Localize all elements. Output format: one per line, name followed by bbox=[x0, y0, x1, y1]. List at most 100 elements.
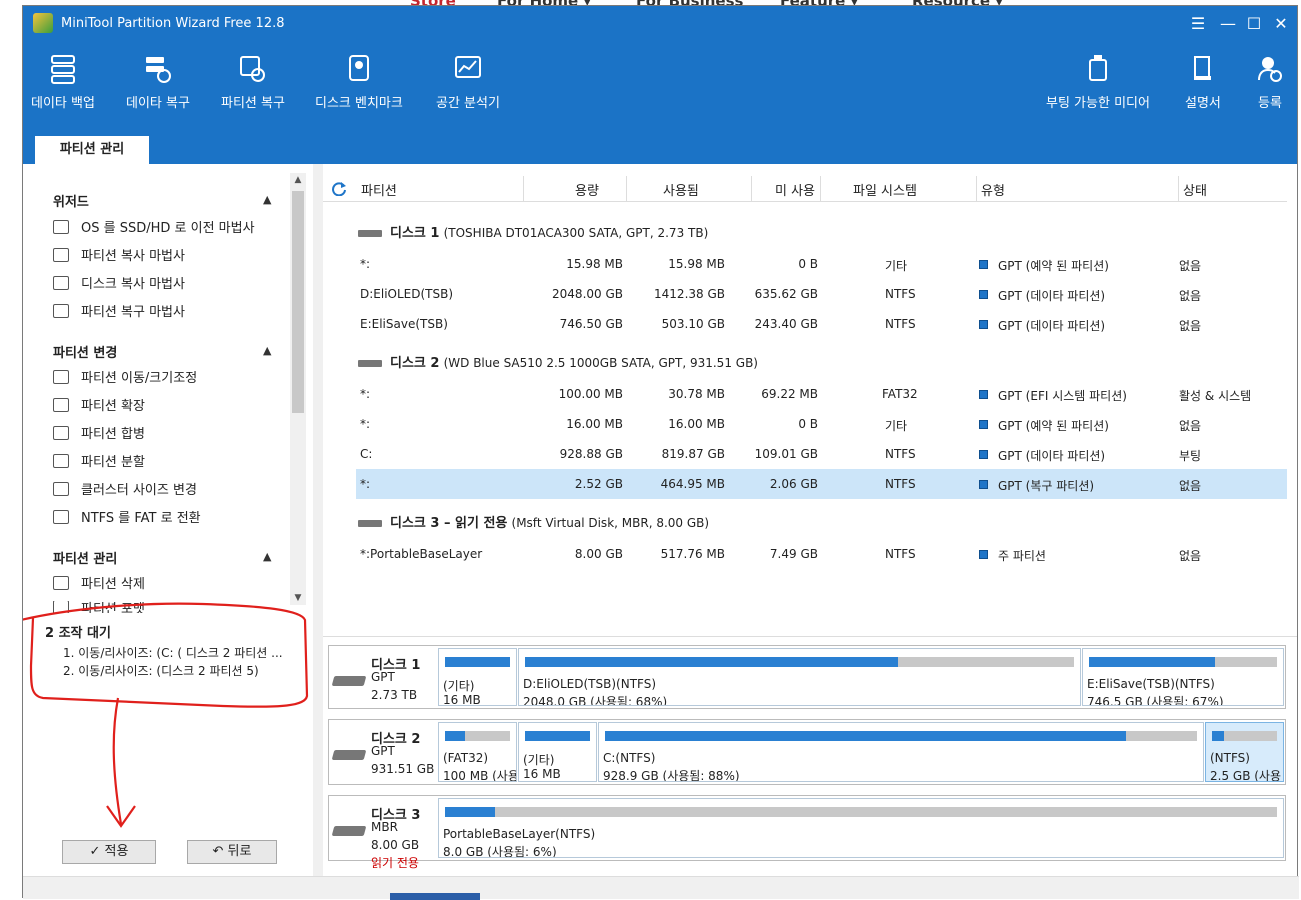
close-button[interactable]: ✕ bbox=[1270, 14, 1292, 33]
sidebar-item-format[interactable]: 파티션 포맷 bbox=[53, 601, 145, 613]
scroll-down-icon[interactable]: ▼ bbox=[290, 593, 306, 603]
disk-header-2[interactable]: 디스크 2 (WD Blue SA510 2.5 1000GB SATA, GP… bbox=[358, 352, 758, 371]
disk-name: 디스크 3 – 읽기 전용 bbox=[390, 516, 508, 531]
partition-type-swatch bbox=[979, 320, 988, 329]
column-type[interactable]: 유형 bbox=[981, 180, 1005, 199]
column-divider[interactable] bbox=[626, 176, 627, 202]
column-unused[interactable]: 미 사용 bbox=[775, 180, 815, 199]
sidebar-item-delete[interactable]: 파티션 삭제 bbox=[53, 573, 145, 592]
partition-block-size: 16 MB bbox=[523, 767, 561, 781]
pane-divider[interactable] bbox=[323, 636, 1297, 637]
usage-fill bbox=[605, 731, 1126, 741]
partition-type-swatch bbox=[979, 450, 988, 459]
partition-block[interactable]: C:(NTFS) 928.9 GB (사용됨: 88%) bbox=[598, 722, 1204, 782]
disk-header-1[interactable]: 디스크 1 (TOSHIBA DT01ACA300 SATA, GPT, 2.7… bbox=[358, 222, 708, 241]
disk-map-readonly: 읽기 전용 bbox=[371, 856, 419, 870]
sidebar-item-merge[interactable]: 파티션 합병 bbox=[53, 423, 145, 442]
cell-unused: 243.40 GB bbox=[754, 317, 818, 331]
table-row[interactable]: *: 16.00 MB 16.00 MB 0 B 기타 GPT (예약 된 파티션) 없음 bbox=[356, 409, 1287, 439]
refresh-icon[interactable] bbox=[331, 180, 347, 196]
cell-filesystem: NTFS bbox=[885, 447, 916, 461]
column-divider[interactable] bbox=[523, 176, 524, 202]
disk-map-size: 2.73 TB bbox=[371, 688, 418, 702]
toolbar-bootable-media[interactable]: 부팅 가능한 미디어 bbox=[1046, 54, 1150, 111]
partition-block-selected[interactable]: (NTFS) 2.5 GB (사용 bbox=[1205, 722, 1284, 782]
sidebar-item-extend[interactable]: 파티션 확장 bbox=[53, 395, 145, 414]
pending-operation-item[interactable]: 2. 이동/리사이즈: (디스크 2 파티션 5) bbox=[63, 662, 259, 679]
maximize-button[interactable]: ☐ bbox=[1243, 14, 1265, 33]
partition-block[interactable]: (FAT32) 100 MB (사용 bbox=[438, 722, 517, 782]
toolbar-manual[interactable]: 설명서 bbox=[1185, 54, 1221, 111]
cell-status: 없음 bbox=[1179, 259, 1202, 273]
chevron-up-icon[interactable]: ▲ bbox=[263, 550, 271, 563]
column-partition[interactable]: 파티션 bbox=[361, 180, 397, 199]
undo-button[interactable]: ↶ 뒤로 bbox=[187, 840, 277, 864]
sidebar-scrollbar[interactable]: ▲ ▼ bbox=[290, 173, 306, 605]
chevron-up-icon[interactable]: ▲ bbox=[263, 193, 271, 206]
cell-status: 활성 & 시스템 bbox=[1179, 389, 1252, 403]
column-capacity[interactable]: 용량 bbox=[575, 180, 599, 199]
disk-description: (Msft Virtual Disk, MBR, 8.00 GB) bbox=[511, 516, 710, 530]
sidebar-item-migrate-os[interactable]: OS 를 SSD/HD 로 이전 마법사 bbox=[53, 217, 255, 236]
partition-block[interactable]: D:EliOLED(TSB)(NTFS) 2048.0 GB (사용됨: 68%) bbox=[518, 648, 1081, 706]
partition-block[interactable]: (기타) 16 MB bbox=[518, 722, 597, 782]
sidebar-item-copy-disk[interactable]: 디스크 복사 마법사 bbox=[53, 273, 185, 292]
table-row[interactable]: C: 928.88 GB 819.87 GB 109.01 GB NTFS GPT (데이… bbox=[356, 439, 1287, 469]
partition-block-label: E:EliSave(TSB)(NTFS) bbox=[1087, 677, 1215, 691]
disk-header-3[interactable]: 디스크 3 – 읽기 전용 (Msft Virtual Disk, MBR, 8… bbox=[358, 512, 709, 531]
table-row[interactable]: D:EliOLED(TSB) 2048.00 GB 1412.38 GB 635.62… bbox=[356, 279, 1287, 309]
table-row-selected[interactable]: *: 2.52 GB 464.95 MB 2.06 GB NTFS GPT (복구 파티션… bbox=[356, 469, 1287, 499]
tab-partition-management[interactable]: 파티션 관리 bbox=[35, 136, 149, 164]
sidebar-item-cluster-size[interactable]: 클러스터 사이즈 변경 bbox=[53, 479, 197, 498]
toolbar-disk-benchmark[interactable]: 디스크 벤치마크 bbox=[315, 54, 403, 111]
pane-splitter[interactable] bbox=[313, 164, 323, 876]
pending-operation-item[interactable]: 1. 이동/리사이즈: (C: ( 디스크 2 파티션 ... bbox=[63, 644, 283, 661]
sidebar-item-label: NTFS 를 FAT 로 전환 bbox=[81, 511, 201, 526]
apply-button[interactable]: ✓ 적용 bbox=[62, 840, 156, 864]
sidebar-item-partition-recovery[interactable]: 파티션 복구 마법사 bbox=[53, 301, 185, 320]
scroll-up-icon[interactable]: ▲ bbox=[290, 175, 306, 185]
sidebar-item-copy-partition[interactable]: 파티션 복사 마법사 bbox=[53, 245, 185, 264]
column-divider[interactable] bbox=[820, 176, 821, 202]
column-divider[interactable] bbox=[751, 176, 752, 202]
convert-icon bbox=[53, 509, 69, 524]
column-divider[interactable] bbox=[1178, 176, 1179, 202]
sidebar-item-label: 파티션 분할 bbox=[81, 455, 145, 470]
toolbar-space-analyzer[interactable]: 공간 분석기 bbox=[436, 54, 500, 111]
cell-filesystem: NTFS bbox=[885, 477, 916, 491]
table-row[interactable]: *: 15.98 MB 15.98 MB 0 B 기타 GPT (예약 된 파티션) 없음 bbox=[356, 249, 1287, 279]
cell-status: 없음 bbox=[1179, 319, 1202, 333]
sidebar-item-move-resize[interactable]: 파티션 이동/크기조정 bbox=[53, 367, 197, 386]
partition-block[interactable]: (기타) 16 MB bbox=[438, 648, 517, 706]
table-row[interactable]: *: 100.00 MB 30.78 MB 69.22 MB FAT32 GPT (EFI… bbox=[356, 379, 1287, 409]
usage-bar bbox=[445, 807, 1277, 817]
disk-map-1[interactable]: 디스크 1 GPT 2.73 TB (기타) 16 MB D:EliOLED(TS… bbox=[328, 645, 1286, 709]
disk-map-3[interactable]: 디스크 3 MBR 8.00 GB 읽기 전용 PortableBaseLaye… bbox=[328, 795, 1286, 870]
scrollbar-thumb[interactable] bbox=[292, 191, 304, 413]
column-used[interactable]: 사용됨 bbox=[663, 180, 699, 199]
partition-block[interactable]: E:EliSave(TSB)(NTFS) 746.5 GB (사용됨: 67%) bbox=[1082, 648, 1284, 706]
cell-used: 819.87 GB bbox=[661, 447, 725, 461]
sidebar-item-ntfs-to-fat[interactable]: NTFS 를 FAT 로 전환 bbox=[53, 507, 201, 526]
toolbar-register[interactable]: 등록 bbox=[1257, 54, 1283, 111]
column-divider[interactable] bbox=[976, 176, 977, 202]
cell-unused: 635.62 GB bbox=[754, 287, 818, 301]
cell-status: 부팅 bbox=[1179, 449, 1202, 463]
partition-block[interactable]: PortableBaseLayer(NTFS) 8.0 GB (사용됨: 6%) bbox=[438, 798, 1284, 858]
chevron-up-icon[interactable]: ▲ bbox=[263, 344, 271, 357]
menu-icon[interactable]: ☰ bbox=[1187, 14, 1209, 33]
sidebar-item-split[interactable]: 파티션 분할 bbox=[53, 451, 145, 470]
column-filesystem[interactable]: 파일 시스템 bbox=[853, 180, 917, 199]
table-row[interactable]: *:PortableBaseLayer 8.00 GB 517.76 MB 7.49 … bbox=[356, 539, 1287, 569]
cell-capacity: 8.00 GB bbox=[574, 547, 623, 561]
disk-benchmark-icon bbox=[348, 55, 369, 81]
disk-map-2[interactable]: 디스크 2 GPT 931.51 GB (FAT32) 100 MB (사용 (기… bbox=[328, 719, 1286, 785]
toolbar-data-backup[interactable]: 데이타 백업 bbox=[31, 54, 95, 111]
minimize-button[interactable]: — bbox=[1217, 14, 1239, 33]
table-row[interactable]: E:EliSave(TSB) 746.50 GB 503.10 GB 243.40 G… bbox=[356, 309, 1287, 339]
manual-icon bbox=[1193, 56, 1211, 80]
column-status[interactable]: 상태 bbox=[1183, 180, 1207, 199]
toolbar-data-recovery[interactable]: 데이타 복구 bbox=[126, 54, 190, 111]
copy-partition-icon bbox=[53, 247, 69, 262]
toolbar-partition-recovery[interactable]: 파티션 복구 bbox=[221, 54, 285, 111]
